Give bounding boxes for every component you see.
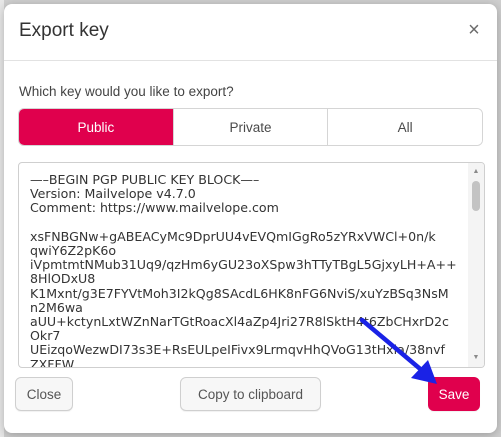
scroll-thumb[interactable] — [472, 181, 480, 211]
key-text-area[interactable]: —–BEGIN PGP PUBLIC KEY BLOCK—– Version: … — [18, 162, 485, 368]
key-type-tabs: Public Private All — [18, 108, 483, 146]
export-key-dialog: Export key × Which key would you like to… — [4, 4, 497, 433]
tab-private[interactable]: Private — [172, 109, 328, 145]
dialog-title: Export key — [19, 20, 109, 41]
key-block-text: —–BEGIN PGP PUBLIC KEY BLOCK—– Version: … — [30, 172, 457, 368]
tab-all[interactable]: All — [327, 109, 482, 145]
copy-to-clipboard-button[interactable]: Copy to clipboard — [180, 377, 321, 411]
scroll-up-icon[interactable]: ▲ — [468, 165, 484, 179]
dialog-header: Export key × — [4, 4, 497, 61]
scroll-down-icon[interactable]: ▼ — [468, 351, 484, 365]
close-icon[interactable]: × — [463, 19, 485, 41]
save-button[interactable]: Save — [428, 377, 480, 411]
export-question-label: Which key would you like to export? — [19, 84, 234, 99]
close-button[interactable]: Close — [15, 377, 73, 411]
key-text-scrollbar[interactable]: ▲ ▼ — [468, 163, 484, 367]
tab-public[interactable]: Public — [19, 109, 173, 145]
